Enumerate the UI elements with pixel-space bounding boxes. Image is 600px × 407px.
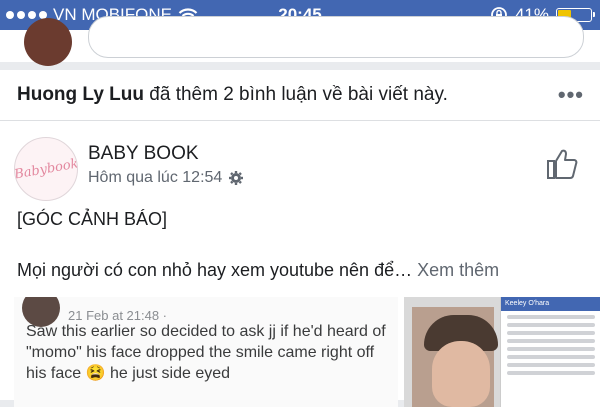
avatar bbox=[24, 18, 72, 66]
post-card: Babybook BABY BOOK Hôm qua lúc 12:54 [GÓ… bbox=[0, 121, 600, 407]
embed-text: Saw this earlier so decided to ask jj if… bbox=[26, 323, 386, 382]
post-photo-side[interactable]: Keeley O'hara bbox=[404, 297, 600, 407]
previous-post-strip bbox=[0, 16, 600, 66]
phone-header: Keeley O'hara bbox=[501, 297, 600, 311]
page-avatar[interactable]: Babybook bbox=[14, 137, 78, 201]
post-photo-main[interactable]: 21 Feb at 21:48 · Saw this earlier so de… bbox=[14, 297, 398, 407]
notification-text: Huong Ly Luu đã thêm 2 bình luận về bài … bbox=[17, 84, 448, 106]
phone-screenshot: Keeley O'hara bbox=[500, 297, 600, 407]
post-time-text: Hôm qua lúc 12:54 bbox=[88, 169, 223, 186]
page-name[interactable]: BABY BOOK bbox=[88, 143, 199, 165]
post-text: Mọi người có con nhỏ hay xem youtube nên… bbox=[17, 260, 413, 280]
more-icon[interactable]: ••• bbox=[558, 82, 584, 108]
like-icon[interactable] bbox=[545, 148, 579, 180]
notification-action: đã thêm 2 bình luận về bài viết này. bbox=[144, 84, 448, 105]
gear-icon bbox=[229, 171, 244, 185]
comment-input[interactable] bbox=[88, 16, 584, 58]
post-body: Mọi người có con nhỏ hay xem youtube nên… bbox=[17, 260, 499, 281]
child-photo bbox=[412, 307, 498, 407]
notification-user[interactable]: Huong Ly Luu bbox=[17, 84, 144, 105]
see-more-link[interactable]: Xem thêm bbox=[417, 260, 499, 280]
post-tag: [GÓC CẢNH BÁO] bbox=[17, 209, 168, 229]
post-timestamp[interactable]: Hôm qua lúc 12:54 bbox=[88, 169, 244, 187]
comment-notification[interactable]: Huong Ly Luu đã thêm 2 bình luận về bài … bbox=[0, 70, 600, 121]
avatar-logo-text: Babybook bbox=[14, 155, 78, 183]
